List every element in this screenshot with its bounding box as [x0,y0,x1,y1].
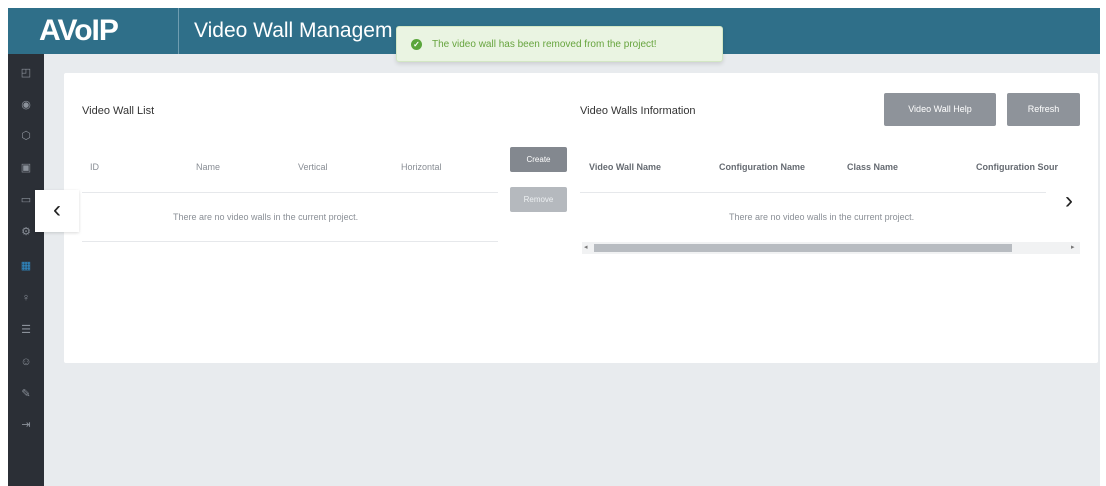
column-header-configuration-name[interactable]: Configuration Name [719,162,805,172]
brand-logo: AVoIP [39,14,119,47]
radio-icon[interactable]: ◉ [8,94,44,116]
sliders-icon[interactable]: ☰ [8,319,44,341]
right-table-divider [580,192,1046,193]
column-header-video-wall-name[interactable]: Video Wall Name [589,162,661,172]
success-toast: ✓ The video wall has been removed from t… [396,26,723,62]
column-header-id[interactable]: ID [90,162,99,172]
refresh-button[interactable]: Refresh [1007,93,1080,126]
dashboard-icon[interactable]: ◰ [8,62,44,84]
column-header-vertical[interactable]: Vertical [298,162,328,172]
create-button[interactable]: Create [510,147,567,172]
app-root: AVoIP Video Wall Managem ◰ ◉ ⬡ ▣ ▭ ⚙ ▦ ♀… [0,0,1106,486]
user-icon[interactable]: ♀ [8,287,44,309]
next-arrow-icon[interactable]: › [1057,184,1081,220]
video-walls-information-title: Video Walls Information [580,105,696,117]
header-divider [178,8,179,54]
column-header-configuration-source[interactable]: Configuration Sour [976,162,1058,172]
page-title: Video Wall Managem [194,19,393,42]
toast-message: The video wall has been removed from the… [432,38,657,50]
column-header-name[interactable]: Name [196,162,220,172]
check-circle-icon: ✓ [411,38,422,50]
video-wall-list-title: Video Wall List [82,105,155,117]
sidebar: ◰ ◉ ⬡ ▣ ▭ ⚙ ▦ ♀ ☰ ☺ ✎ ⇥ [8,54,44,486]
left-table-divider [82,192,498,193]
video-wall-help-button[interactable]: Video Wall Help [884,93,996,126]
left-table-bottom-line [82,241,498,242]
scroll-right-icon[interactable]: ▸ [1071,242,1075,254]
remove-button[interactable]: Remove [510,187,567,212]
monitor-icon[interactable]: ▣ [8,157,44,179]
right-empty-message: There are no video walls in the current … [729,212,915,222]
person-icon[interactable]: ☺ [8,351,44,373]
wrench-icon[interactable]: ✎ [8,383,44,405]
scroll-left-icon[interactable]: ◂ [584,242,588,254]
left-empty-message: There are no video walls in the current … [173,212,359,222]
video-wall-icon[interactable]: ▦ [8,255,44,277]
column-header-horizontal[interactable]: Horizontal [401,162,442,172]
scrollbar-thumb[interactable] [594,244,1012,252]
column-header-class-name[interactable]: Class Name [847,162,898,172]
layers-icon[interactable]: ⬡ [8,125,44,147]
previous-arrow-icon[interactable]: ‹ [35,190,79,232]
logout-icon[interactable]: ⇥ [8,414,44,436]
